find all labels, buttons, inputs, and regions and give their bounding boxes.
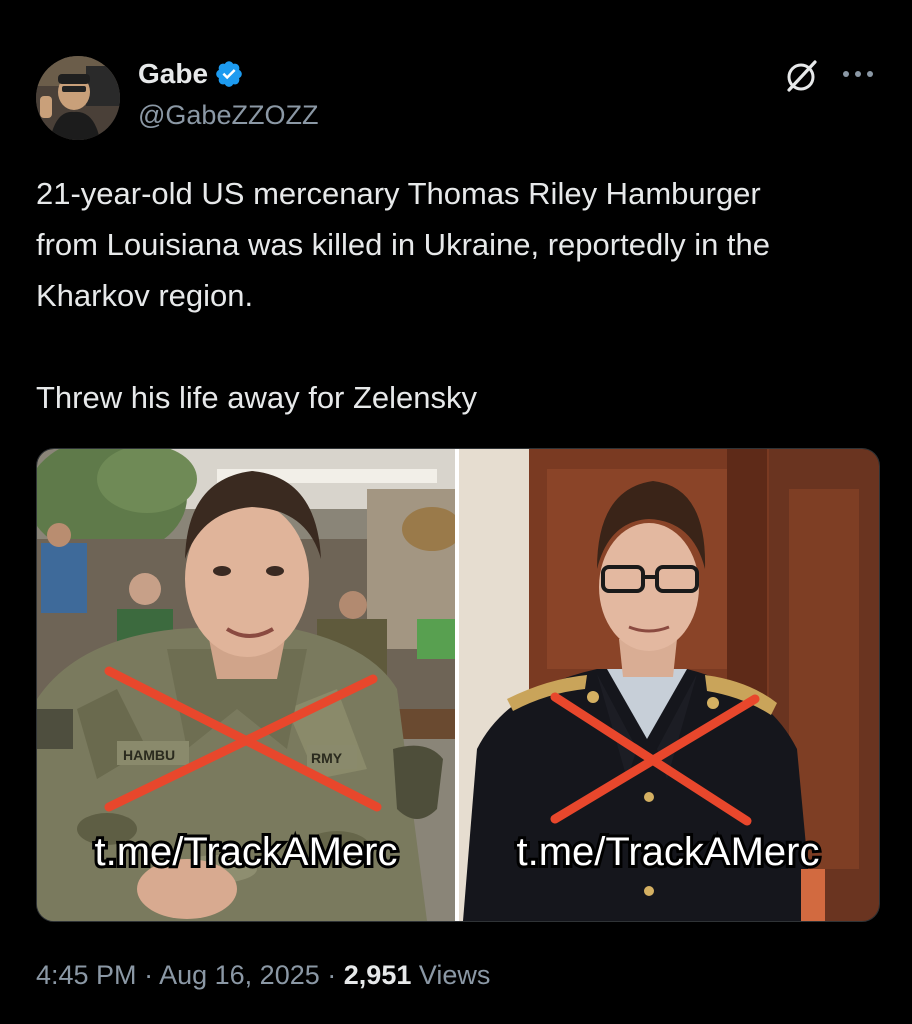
left-photo: HAMBU RMY t.me/TrackAMerc [37,449,462,921]
verified-badge-icon [216,61,242,87]
tweet-time[interactable]: 4:45 PM [36,960,137,990]
tweet-text-line: 21-year-old US mercenary Thomas Riley Ha… [36,176,761,211]
media-composite-image: HAMBU RMY t.me/TrackAMerc t.me/TrackAMer… [37,449,879,921]
views-count[interactable]: 2,951 [344,960,412,990]
right-photo: t.me/TrackAMerc [459,449,879,921]
left-caption: t.me/TrackAMerc [95,830,398,874]
avatar-image [36,56,120,140]
author-handle[interactable]: @GabeZZOZZ [138,100,318,131]
name-tape-text: HAMBU [123,747,175,763]
right-caption: t.me/TrackAMerc [517,830,820,874]
views-label: Views [418,960,491,990]
meta-separator: · [144,960,154,990]
meta-separator: · [327,960,337,990]
media-divider [455,449,459,921]
tweet-text: 21-year-old US mercenary Thomas Riley Ha… [36,168,886,423]
grok-icon[interactable] [784,58,820,94]
tweet-date[interactable]: Aug 16, 2025 [159,960,320,990]
author-avatar[interactable] [36,56,120,140]
tweet-text-line: Threw his life away for Zelensky [36,380,478,415]
more-options-icon[interactable] [838,58,878,92]
tweet-meta: 4:45 PM · Aug 16, 2025 · 2,951 Views [36,960,490,991]
tweet-text-line: from Louisiana was killed in Ukraine, re… [36,227,771,262]
tweet-text-line: Kharkov region. [36,278,254,313]
tweet-media[interactable]: HAMBU RMY t.me/TrackAMerc t.me/TrackAMer… [36,448,880,922]
army-tape-text: RMY [311,750,343,766]
author-display-name[interactable]: Gabe [138,58,244,90]
author-name-text: Gabe [138,58,209,89]
